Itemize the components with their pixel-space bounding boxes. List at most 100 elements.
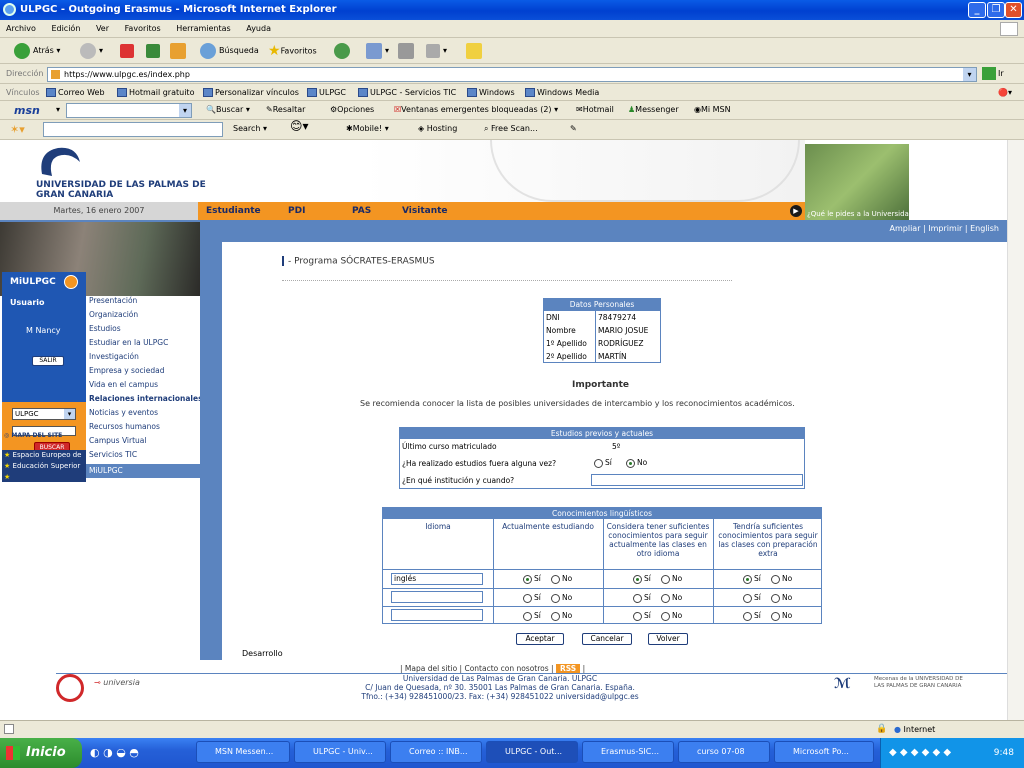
site-map-link[interactable]: ◎ MAPA DEL SITE (4, 432, 62, 439)
tray-icons[interactable]: ◆ ◆ ◆ ◆ ◆ ◆ (889, 738, 951, 768)
minimize-button[interactable]: _ (968, 2, 986, 18)
radio-no[interactable] (661, 611, 670, 621)
mail-button[interactable]: ▾ (366, 42, 389, 60)
menu-herramientas[interactable]: Herramientas (176, 24, 231, 33)
clock[interactable]: 9:48 (994, 738, 1014, 768)
link-correo-web[interactable]: Correo Web (46, 87, 105, 98)
play-icon[interactable]: ▶ (790, 205, 802, 217)
row3-col1-no[interactable]: No (551, 611, 572, 621)
free-scan-button[interactable]: ⌕ Free Scan... (484, 123, 538, 134)
nav-visitante[interactable]: Visitante (402, 202, 448, 220)
msn-resaltar-button[interactable]: ✎Resaltar (266, 104, 305, 115)
vertical-scrollbar[interactable] (1007, 140, 1024, 720)
edit-button[interactable]: ▾ (426, 42, 447, 60)
page-tools[interactable]: Ampliar | Imprimir | English (890, 224, 999, 233)
radio-no[interactable] (551, 574, 560, 584)
radio-yes[interactable] (743, 593, 752, 603)
radio-yes[interactable] (523, 574, 532, 584)
leftnav-campus-virtual[interactable]: Campus Virtual (89, 436, 146, 445)
pencil-icon[interactable]: ✎ (570, 123, 577, 134)
row3-col2-no[interactable]: No (661, 611, 682, 621)
accept-button[interactable]: Aceptar (516, 633, 564, 645)
favorites-button[interactable]: ★Favoritos (268, 42, 317, 60)
link-hotmail[interactable]: Hotmail gratuito (117, 87, 194, 98)
history-button[interactable] (334, 42, 353, 60)
home-button[interactable] (170, 42, 189, 60)
notes-button[interactable] (466, 42, 485, 60)
search-dropdown-button[interactable]: Search ▾ (233, 123, 267, 134)
task-ulpgc-out[interactable]: ULPGC - Out... (486, 741, 578, 763)
link-ulpgc-tic[interactable]: ULPGC - Servicios TIC (358, 87, 456, 98)
close-button[interactable]: ✕ (1005, 2, 1022, 18)
leftnav-presentacion[interactable]: Presentación (89, 296, 137, 305)
radio-yes[interactable] (633, 574, 642, 584)
logout-button[interactable]: SALIR (32, 356, 64, 366)
msn-buscar-button[interactable]: 🔍Buscar ▾ (206, 104, 250, 115)
links-extra-icon[interactable]: 🔴▾ (998, 87, 1012, 98)
radio-no[interactable] (661, 574, 670, 584)
menu-ayuda[interactable]: Ayuda (246, 24, 271, 33)
row2-col1-no[interactable]: No (551, 593, 572, 603)
print-button[interactable] (398, 42, 417, 60)
radio-yes[interactable] (743, 611, 752, 621)
msn-menu-arrow[interactable]: ▾ (56, 105, 60, 114)
row3-col3-no[interactable]: No (771, 611, 792, 621)
row1-col1-no[interactable]: No (551, 574, 572, 584)
leftnav-relaciones[interactable]: Relaciones internacionales (89, 394, 203, 403)
radio-no[interactable] (551, 593, 560, 603)
radio-no[interactable] (771, 593, 780, 603)
task-msn-messenger[interactable]: MSN Messen... (196, 741, 290, 763)
row2-col1-yes[interactable]: Sí (523, 593, 541, 603)
rss-button[interactable]: RSS (555, 664, 581, 673)
back-form-button[interactable]: Volver (648, 633, 688, 645)
back-button[interactable]: Atrás ▾ (14, 42, 60, 60)
maximize-button[interactable]: ❐ (987, 2, 1005, 18)
abroad-no-option[interactable]: No (626, 458, 647, 468)
header-photo[interactable]: ¿Qué le pides a la Universidad? (805, 144, 917, 220)
msn-search-dropdown[interactable]: ▾ (179, 104, 191, 117)
toolbar-search-input[interactable] (43, 122, 223, 137)
leftnav-miulpgc[interactable]: MiULPGC (86, 464, 200, 478)
institution-input[interactable] (591, 474, 803, 486)
language-input-1[interactable]: inglés (391, 573, 483, 585)
row1-col3-no[interactable]: No (771, 574, 792, 584)
nav-pas[interactable]: PAS (352, 202, 371, 220)
start-button[interactable]: Inicio (0, 738, 82, 768)
msn-popups-button[interactable]: ☒Ventanas emergentes bloqueadas (2) ▾ (394, 104, 558, 115)
nav-pdi[interactable]: PDI (288, 202, 305, 220)
forward-button[interactable]: ▾ (80, 42, 103, 60)
radio-yes[interactable] (633, 611, 642, 621)
link-personalizar[interactable]: Personalizar vínculos (203, 87, 299, 98)
abroad-yes-option[interactable]: Sí (594, 458, 612, 468)
row2-col2-no[interactable]: No (661, 593, 682, 603)
leftnav-vida[interactable]: Vida en el campus (89, 380, 158, 389)
hosting-button[interactable]: ◈ Hosting (418, 123, 457, 134)
menu-edicion[interactable]: Edición (51, 24, 80, 33)
quick-launch-icons[interactable]: ◐ ◑ ◒ ◓ (90, 746, 139, 759)
leftnav-servicios-tic[interactable]: Servicios TIC (89, 450, 137, 459)
go-button[interactable]: Ir (982, 67, 1004, 81)
task-microsoft-po[interactable]: Microsoft Po... (774, 741, 874, 763)
radio-no[interactable] (771, 611, 780, 621)
refresh-button[interactable] (146, 42, 163, 60)
radio-no[interactable] (551, 611, 560, 621)
leftnav-empresa[interactable]: Empresa y sociedad (89, 366, 164, 375)
radio-yes[interactable] (743, 574, 752, 584)
radio-no[interactable] (771, 574, 780, 584)
radio-yes[interactable] (523, 593, 532, 603)
radio-yes[interactable] (633, 593, 642, 603)
task-correo[interactable]: Correo :: INB... (390, 741, 482, 763)
row2-col2-yes[interactable]: Sí (633, 593, 651, 603)
leftnav-noticias[interactable]: Noticias y eventos (89, 408, 158, 417)
address-input[interactable]: https://www.ulpgc.es/index.php ▾ (47, 67, 977, 82)
site-select[interactable]: ULPGC ▾ (12, 408, 76, 420)
menu-favoritos[interactable]: Favoritos (125, 24, 161, 33)
leftnav-organizacion[interactable]: Organización (89, 310, 138, 319)
leftnav-estudiar[interactable]: Estudiar en la ULPGC (89, 338, 168, 347)
radio-yes[interactable] (523, 611, 532, 621)
address-dropdown-arrow[interactable]: ▾ (963, 68, 976, 81)
link-windows-media[interactable]: Windows Media (525, 87, 599, 98)
universia-logo[interactable]: ⊸ universia (94, 678, 140, 687)
msn-opciones-button[interactable]: ⚙Opciones (330, 104, 374, 115)
msn-hotmail-button[interactable]: ✉Hotmail (576, 104, 614, 115)
